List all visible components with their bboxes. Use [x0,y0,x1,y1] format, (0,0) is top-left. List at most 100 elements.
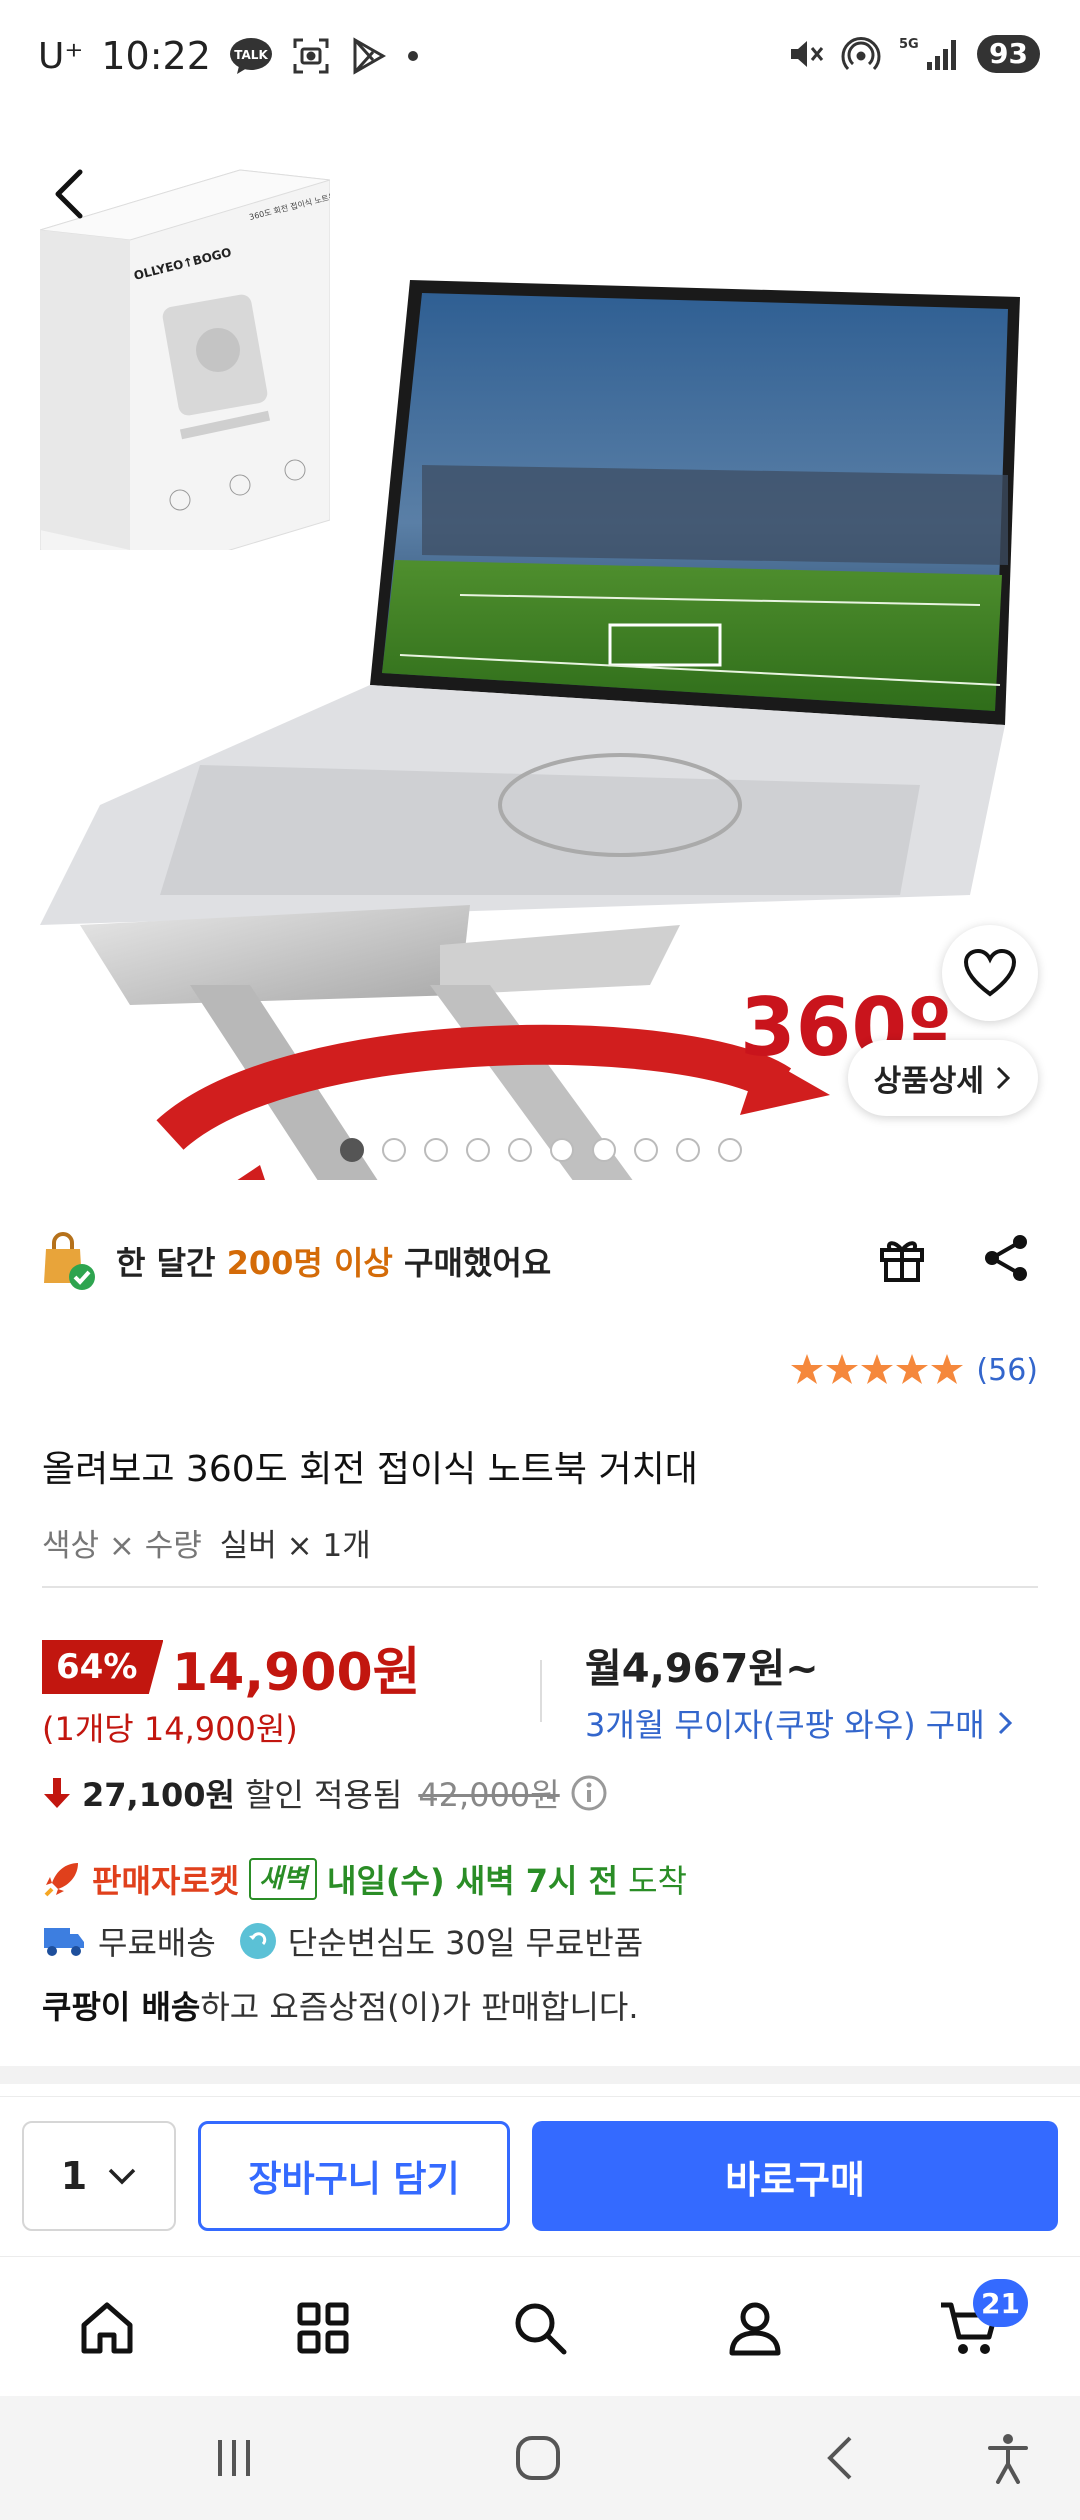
pagination-dot[interactable] [634,1138,658,1162]
option-row[interactable]: 색상 × 수량 실버 × 1개 [42,1520,371,1565]
home-circle-icon [516,2436,560,2480]
chevron-right-icon [998,1711,1012,1735]
savings-label: 할인 적용됨 [244,1776,403,1814]
savings-row: 27,100원 할인 적용됨 42,000원 [42,1770,608,1816]
arrival-suffix: 도착 [628,1862,687,1900]
battery-indicator: 93 [977,35,1040,73]
play-store-icon [349,36,389,76]
seller-bold: 쿠팡이 배송 [42,1988,201,2026]
gift-icon[interactable] [874,1230,930,1290]
chevron-right-icon [996,1066,1011,1090]
rating[interactable]: (56) [790,1352,1038,1388]
original-price: 42,000원 [418,1776,560,1814]
carrier-label: U⁺ [38,35,84,77]
unit-price: (1개당 14,900원) [42,1710,298,1748]
profile-icon [729,2302,781,2356]
recent-apps-button[interactable] [202,2426,266,2490]
system-navigation-bar [0,2396,1080,2520]
mute-icon [785,34,825,74]
discount-badge: 64% [42,1640,164,1694]
cart-count-badge: 21 [973,2279,1028,2327]
star-rating-icon [791,1354,964,1384]
pagination-dot[interactable] [592,1138,616,1162]
tab-my-account[interactable] [720,2293,790,2363]
category-icon [297,2302,349,2354]
purchase-count-row: 한 달간 200명 이상 구매했어요 [40,1228,1040,1294]
truck-icon [44,1928,84,1956]
return-icon [239,1923,276,1959]
quantity-value: 1 [60,2154,88,2198]
laptop-stand-image: 360º [40,280,1020,1180]
accessibility-button[interactable] [976,2426,1040,2490]
back-system-button[interactable] [808,2426,872,2490]
option-value: 실버 × 1개 [219,1528,371,1564]
product-image-gallery[interactable]: OLLYEO↑BOGO 360도 회전 접이식 노트북 거치대 [0,120,1080,1180]
arrival-time: 내일(수) 새벽 7시 전 [327,1862,619,1900]
back-button[interactable] [40,164,100,224]
wishlist-button[interactable] [942,925,1038,1021]
buy-now-button[interactable]: 바로구매 [532,2121,1058,2231]
pagination-dot[interactable] [340,1138,364,1162]
section-separator [0,2066,1080,2084]
tab-cart[interactable]: 21 [935,2279,1028,2363]
shopping-bag-icon [44,1232,95,1290]
info-icon[interactable] [570,1774,608,1812]
purchase-action-bar: 1 장바구니 담기 바로구매 [0,2096,1080,2256]
option-label: 색상 × 수량 [42,1528,202,1564]
pagination-dot[interactable] [382,1138,406,1162]
rocket-icon [44,1863,78,1897]
recent-apps-icon [218,2440,250,2476]
product-title: 올려보고 360도 회전 접이식 노트북 거치대 [42,1449,698,1490]
free-return-label: 단순변심도 30일 무료반품 [287,1924,644,1962]
pagination-dot[interactable] [550,1138,574,1162]
savings-amount: 27,100원 [82,1776,235,1814]
tab-search[interactable] [505,2293,575,2363]
back-chevron-icon [827,2436,852,2480]
pagination-dot[interactable] [466,1138,490,1162]
signal-5g-icon: 5G [897,34,961,74]
status-right: 5G 93 [785,34,1040,74]
search-icon [515,2303,567,2355]
add-to-cart-button[interactable]: 장바구니 담기 [198,2121,510,2231]
screenshot-icon [291,36,331,76]
more-notifications-dot-icon [407,50,419,62]
pagination-dot[interactable] [424,1138,448,1162]
bottom-tab-bar: 21 [0,2256,1080,2396]
product-detail-button[interactable]: 상품상세 [847,1040,1038,1116]
purchase-prefix: 한 달간 [116,1244,227,1282]
chevron-down-icon [108,2168,136,2185]
product-detail-label: 상품상세 [873,1064,984,1099]
rocket-label: 판매자로켓 [92,1862,240,1900]
pagination-dot[interactable] [676,1138,700,1162]
home-system-button[interactable] [506,2426,570,2490]
installment-link[interactable]: 3개월 무이자(쿠팡 와우) 구매 [585,1700,1013,1746]
share-icon[interactable] [978,1230,1034,1290]
tab-category[interactable] [288,2293,358,2363]
accessibility-icon [988,2434,1028,2484]
status-time: 10:22 [101,34,211,78]
free-shipping-label: 무료배송 [98,1924,216,1962]
hotspot-icon [841,34,881,74]
purchase-highlight: 200명 이상 [226,1244,393,1282]
installment-label: 3개월 무이자(쿠팡 와우) 구매 [585,1706,985,1744]
network-label: 5G [899,37,919,52]
shipping-row: 무료배송 단순변심도 30일 무료반품 [42,1918,643,1964]
monthly-price: 월4,967원~ [585,1646,819,1692]
seller-rest: 하고 요즘상점(이)가 판매합니다. [200,1988,639,2026]
sale-price: 14,900원 [172,1643,421,1703]
purchase-suffix: 구매했어요 [392,1244,552,1282]
pagination-dot[interactable] [508,1138,532,1162]
talk-notification-icon: TALK [229,36,273,76]
dawn-badge: 새벽 [249,1858,318,1900]
quantity-selector[interactable]: 1 [22,2121,176,2231]
seller-info: 쿠팡이 배송하고 요즘상점(이)가 판매합니다. [42,1982,639,2028]
tab-home[interactable] [72,2293,142,2363]
pagination-dot[interactable] [718,1138,742,1162]
purchase-count-text: 한 달간 200명 이상 구매했어요 [116,1238,551,1284]
gallery-pagination [340,1138,742,1162]
talk-badge-text: TALK [234,48,268,62]
status-left: U⁺ 10:22 TALK [38,34,419,78]
review-count[interactable]: (56) [976,1353,1038,1388]
price-divider [540,1660,542,1722]
heart-icon [963,948,1017,997]
